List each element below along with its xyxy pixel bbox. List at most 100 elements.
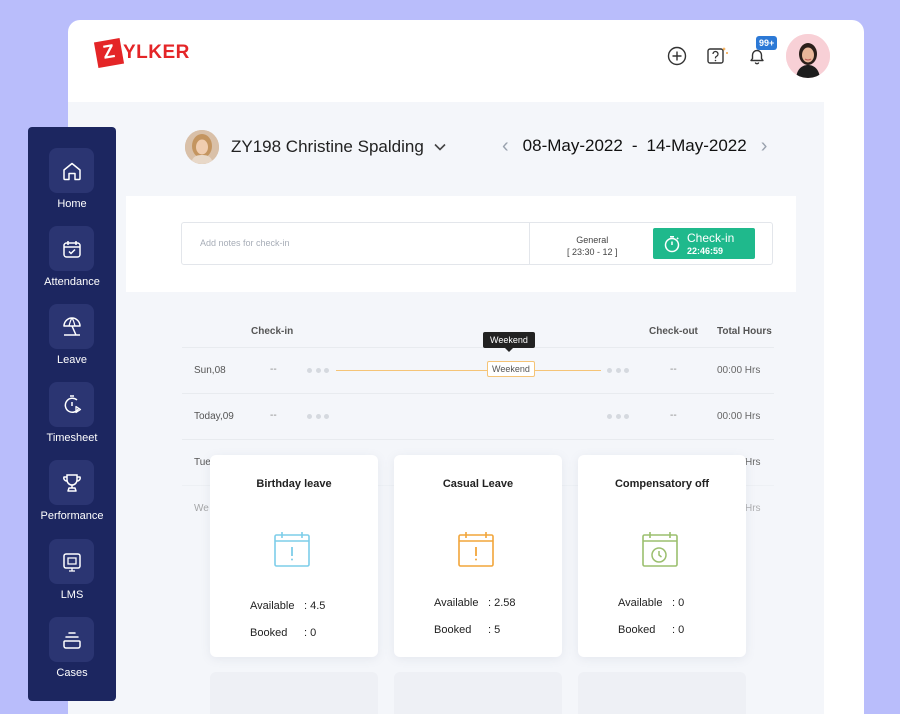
home-icon [62, 162, 81, 180]
header-checkout: Check-out [649, 326, 698, 337]
add-circle-icon[interactable] [666, 45, 688, 67]
sidebar-item-label: Performance [40, 510, 104, 522]
checkin-notes-input[interactable]: Add notes for check-in [200, 238, 290, 248]
row-day: Tue [194, 457, 211, 468]
timeline-dots [607, 414, 629, 419]
table-row[interactable]: Today,09 -- -- 00:00 Hrs [182, 393, 774, 437]
sidebar-item-lms[interactable]: LMS [28, 539, 116, 617]
booked-stat: Booked : 0 [250, 627, 316, 639]
leave-card-casual[interactable]: Casual Leave Available: 2.58 Booked: 5 [394, 455, 562, 657]
timer-play-icon [64, 394, 81, 413]
row-checkin: -- [270, 410, 277, 421]
help-icon[interactable] [706, 45, 728, 67]
date-separator: - [631, 136, 638, 155]
home-icon-box [49, 148, 94, 193]
sidebar-item-label: Attendance [44, 276, 100, 288]
header-checkin: Check-in [251, 326, 294, 337]
sidebar-item-leave[interactable]: Leave [28, 304, 116, 382]
available-stat: Available : 4.5 [250, 600, 325, 612]
weekend-label: Weekend [487, 361, 535, 377]
app-window: Z YLKER 99+ ZY198 Christine Spalding ‹ 0… [68, 20, 864, 714]
cases-icon-box [49, 617, 94, 662]
row-day: Today,09 [194, 411, 234, 422]
leave-card-compensatory[interactable]: Compensatory off Available: 0 Booked : 0 [578, 455, 746, 657]
calendar-alert-icon [274, 532, 310, 567]
row-total-hours: 00:00 Hrs [717, 365, 761, 376]
calendar-check-icon-box [49, 226, 94, 271]
checkin-bar: Add notes for check-in General [ 23:30 -… [181, 222, 773, 265]
employee-name: ZY198 Christine Spalding [231, 137, 424, 156]
trophy-icon-box [49, 460, 94, 505]
available-value: : 2.58 [488, 597, 516, 609]
row-total-hours: Hrs [745, 457, 761, 468]
sidebar-item-label: Timesheet [46, 432, 98, 444]
sidebar-item-performance[interactable]: Performance [28, 460, 116, 538]
sidebar-item-cases[interactable]: Cases [28, 617, 116, 695]
zylker-logo[interactable]: Z YLKER [93, 37, 190, 69]
row-checkout: -- [670, 410, 677, 421]
booked-stat: Booked : 0 [618, 624, 684, 636]
calendar-check-icon [62, 240, 81, 258]
date-end: 14-May-2022 [646, 136, 747, 155]
calendar-clock-icon [642, 532, 678, 567]
trophy-icon [62, 473, 81, 492]
table-row[interactable]: Sun,08 -- Weekend Weekend -- 00:00 Hrs [182, 332, 774, 391]
available-label: Available [618, 597, 663, 609]
available-label: Available [250, 600, 295, 612]
beach-umbrella-icon-box [49, 304, 94, 349]
logo-text: YLKER [123, 42, 190, 63]
monitor-icon-box [49, 539, 94, 584]
checkin-panel: Add notes for check-in General [ 23:30 -… [126, 196, 796, 292]
monitor-icon [62, 552, 81, 572]
date-range-navigator: ‹ 08-May-2022 - 14-May-2022 › [488, 136, 781, 156]
booked-label: Booked [250, 627, 288, 639]
weekend-tooltip: Weekend [483, 332, 535, 352]
checkin-button[interactable]: Check-in 22:46:59 [653, 228, 755, 259]
shift-time: [ 23:30 - 12 ] [567, 247, 618, 257]
checkin-button-label: Check-in [687, 230, 735, 245]
leave-card-title: Compensatory off [614, 478, 710, 490]
available-stat: Available: 0 [618, 597, 684, 609]
beach-umbrella-icon [62, 316, 81, 336]
header-total-hours: Total Hours [717, 326, 772, 337]
user-avatar[interactable] [786, 34, 830, 78]
sidebar-item-timesheet[interactable]: Timesheet [28, 382, 116, 460]
booked-label: Booked [618, 624, 656, 636]
available-value: : 4.5 [304, 600, 326, 612]
logo-mark: Z [93, 37, 125, 69]
calendar-alert-icon [458, 532, 494, 567]
employee-selector[interactable]: ZY198 Christine Spalding [185, 130, 446, 164]
timeline-dots [307, 368, 329, 373]
sidebar-item-label: LMS [60, 589, 84, 601]
cases-icon [62, 631, 81, 649]
stopwatch-icon [664, 235, 680, 252]
sidebar-item-label: Cases [56, 667, 88, 679]
sidebar-item-label: Home [57, 198, 87, 210]
weekend-timeline [336, 370, 601, 371]
leave-card-birthday[interactable]: Birthday leave Available : 4.5 Booked : 0 [210, 455, 378, 657]
previous-week-icon[interactable]: ‹ [502, 136, 509, 156]
chevron-down-icon [434, 143, 446, 151]
placeholder-card [578, 672, 746, 714]
sidebar-item-home[interactable]: Home [28, 148, 116, 226]
shift-name: General [576, 235, 609, 245]
timer-play-icon-box [49, 382, 94, 427]
notification-badge: 99+ [756, 36, 778, 50]
sidebar-item-label: Leave [57, 354, 87, 366]
leave-card-title: Casual Leave [442, 478, 514, 490]
notification-icon[interactable]: 99+ [746, 36, 778, 67]
leave-card-title: Birthday leave [256, 478, 332, 490]
employee-avatar [185, 130, 219, 164]
divider [529, 223, 530, 264]
placeholder-card [394, 672, 562, 714]
checkin-timer: 22:46:59 [687, 245, 724, 256]
next-week-icon[interactable]: › [761, 136, 768, 156]
row-total-hours: Hrs [745, 503, 761, 514]
sidebar-item-attendance[interactable]: Attendance [28, 226, 116, 304]
placeholder-card [210, 672, 378, 714]
row-day: Sun,08 [194, 365, 226, 376]
available-stat: Available: 2.58 [434, 597, 516, 609]
sidebar: Home Attendance Leave Timesheet Performa… [28, 127, 116, 701]
booked-value: : 0 [304, 627, 317, 639]
booked-value: : 0 [672, 624, 685, 636]
